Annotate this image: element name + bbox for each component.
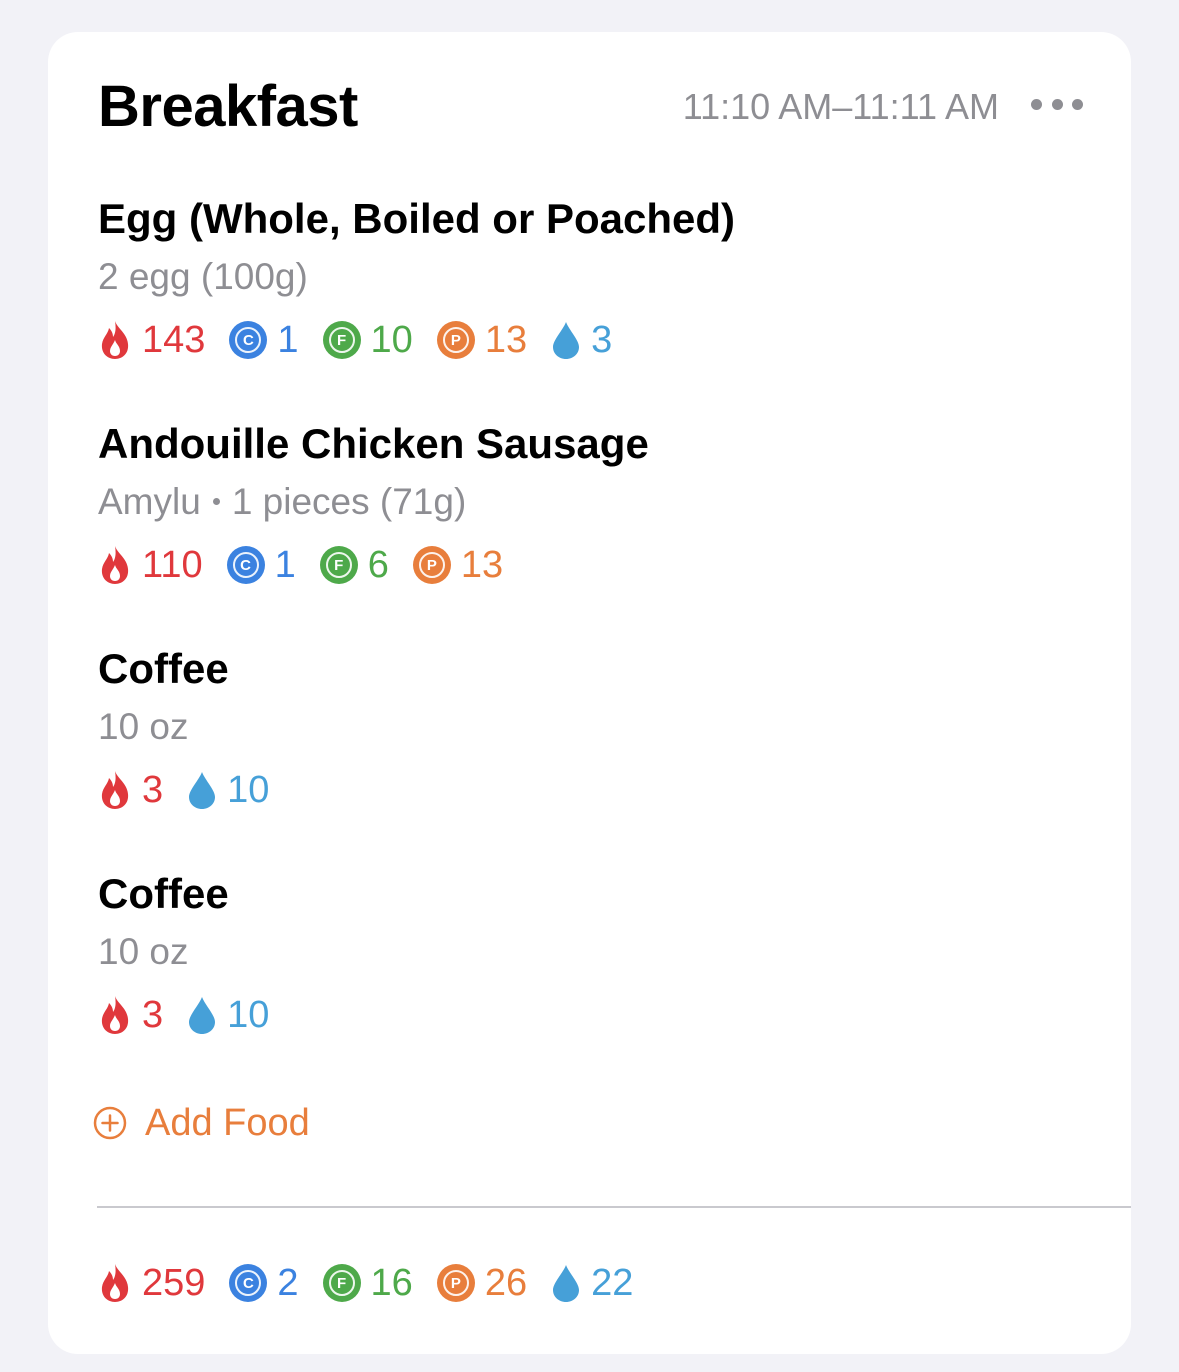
- protein-badge-icon: P: [412, 546, 451, 584]
- food-name: Coffee: [98, 645, 229, 692]
- calories-value: 259: [142, 1262, 206, 1304]
- fat-badge-icon: F: [319, 546, 358, 584]
- protein-badge-icon: P: [436, 1264, 475, 1302]
- food-item[interactable]: Coffee 10 oz 3 10: [98, 642, 1083, 822]
- protein-value: 13: [460, 544, 504, 586]
- meal-totals: 259 C 2 F 16 P 26 22: [98, 1260, 657, 1306]
- carbs-macro: C2: [229, 1260, 299, 1306]
- calories-value: 3: [142, 769, 164, 811]
- protein-badge-letter: P: [442, 327, 469, 353]
- carbs-badge-letter: C: [232, 552, 259, 578]
- food-serving: 1 pieces (71g): [231, 481, 467, 522]
- ellipsis-icon[interactable]: [1031, 92, 1083, 116]
- flame-icon: [98, 545, 132, 585]
- carbs-badge-icon: C: [229, 1264, 268, 1302]
- protein-badge-icon: P: [436, 321, 475, 359]
- water-drop-icon: [551, 1263, 581, 1303]
- food-macros: 110 C 1 F 6 P 13: [98, 542, 527, 588]
- calories-value: 110: [142, 544, 203, 586]
- meal-title: Breakfast: [98, 74, 358, 139]
- food-brand: Amylu: [98, 481, 201, 522]
- protein-value: 13: [484, 319, 528, 361]
- calories-macro: 3: [98, 992, 163, 1038]
- water-value: 10: [227, 769, 270, 811]
- meal-time-range[interactable]: 11:10 AM–11:11 AM: [683, 84, 999, 130]
- calories-macro: 3: [98, 767, 163, 813]
- fat-value: 6: [367, 544, 389, 586]
- flame-icon: [98, 770, 132, 810]
- water-value: 22: [591, 1262, 634, 1304]
- protein-macro: P 26: [436, 1260, 528, 1306]
- fat-badge-letter: F: [325, 552, 352, 578]
- protein-badge-letter: P: [442, 1270, 469, 1296]
- food-name: Andouille Chicken Sausage: [98, 420, 649, 467]
- water-value: 10: [227, 994, 270, 1036]
- carbs-badge-letter: C: [235, 1270, 262, 1296]
- flame-icon: [98, 320, 132, 360]
- carbs-value: 1: [277, 319, 299, 361]
- carbs-badge-icon: C: [226, 546, 265, 584]
- fat-badge-icon: F: [322, 321, 361, 359]
- fat-macro: F 16: [322, 1260, 413, 1306]
- calories-macro: 259: [98, 1260, 205, 1306]
- protein-macro: P 13: [412, 542, 504, 588]
- meal-card: Breakfast 11:10 AM–11:11 AM Egg (Whole, …: [48, 32, 1131, 1354]
- water-value: 3: [591, 319, 613, 361]
- carbs-badge-icon: C: [229, 321, 268, 359]
- food-macros: 143 C 1 F 10 P 13 3: [98, 317, 636, 363]
- fat-badge-letter: F: [328, 327, 355, 353]
- protein-value: 26: [484, 1262, 528, 1304]
- divider: [97, 1206, 1131, 1208]
- water-macro: 22: [551, 1260, 633, 1306]
- fat-badge-icon: F: [322, 1264, 361, 1302]
- protein-macro: P 13: [436, 317, 528, 363]
- add-food-button[interactable]: Add Food: [93, 1100, 310, 1146]
- fat-macro: F 10: [322, 317, 413, 363]
- food-serving: 10 oz: [98, 931, 189, 972]
- carbs-value: 1: [274, 544, 296, 586]
- water-macro: 3: [551, 317, 612, 363]
- fat-value: 10: [370, 319, 413, 361]
- food-serving-line: Amylu 1 pieces (71g): [98, 479, 466, 525]
- fat-macro: F6: [319, 542, 389, 588]
- water-macro: 10: [187, 767, 269, 813]
- protein-badge-letter: P: [418, 552, 445, 578]
- food-serving-line: 2 egg (100g): [98, 254, 308, 300]
- food-serving-line: 10 oz: [98, 929, 189, 975]
- food-name: Coffee: [98, 870, 229, 917]
- flame-icon: [98, 995, 132, 1035]
- food-item[interactable]: Egg (Whole, Boiled or Poached) 2 egg (100…: [98, 192, 1083, 372]
- water-drop-icon: [187, 995, 217, 1035]
- separator-dot: [212, 497, 220, 505]
- flame-icon: [98, 1263, 132, 1303]
- carbs-badge-letter: C: [235, 327, 262, 353]
- calories-value: 3: [142, 994, 164, 1036]
- food-serving: 10 oz: [98, 706, 189, 747]
- calories-value: 143: [142, 319, 206, 361]
- carbs-value: 2: [277, 1262, 299, 1304]
- food-item[interactable]: Coffee 10 oz 3 10: [98, 867, 1083, 1047]
- food-name: Egg (Whole, Boiled or Poached): [98, 195, 736, 242]
- add-food-label: Add Food: [145, 1102, 310, 1144]
- carbs-macro: C1: [226, 542, 296, 588]
- food-macros: 3 10: [98, 767, 293, 813]
- food-serving: 2 egg (100g): [98, 256, 308, 297]
- plus-circle-icon: [93, 1106, 127, 1140]
- calories-macro: 110: [98, 542, 203, 588]
- food-serving-line: 10 oz: [98, 704, 189, 750]
- food-item[interactable]: Andouille Chicken Sausage Amylu 1 pieces (…: [98, 417, 1083, 597]
- food-macros: 3 10: [98, 992, 293, 1038]
- fat-value: 16: [370, 1262, 413, 1304]
- water-drop-icon: [187, 770, 217, 810]
- water-drop-icon: [551, 320, 581, 360]
- fat-badge-letter: F: [328, 1270, 355, 1296]
- water-macro: 10: [187, 992, 269, 1038]
- calories-macro: 143: [98, 317, 205, 363]
- meal-header: Breakfast 11:10 AM–11:11 AM: [98, 72, 1083, 142]
- carbs-macro: C1: [229, 317, 299, 363]
